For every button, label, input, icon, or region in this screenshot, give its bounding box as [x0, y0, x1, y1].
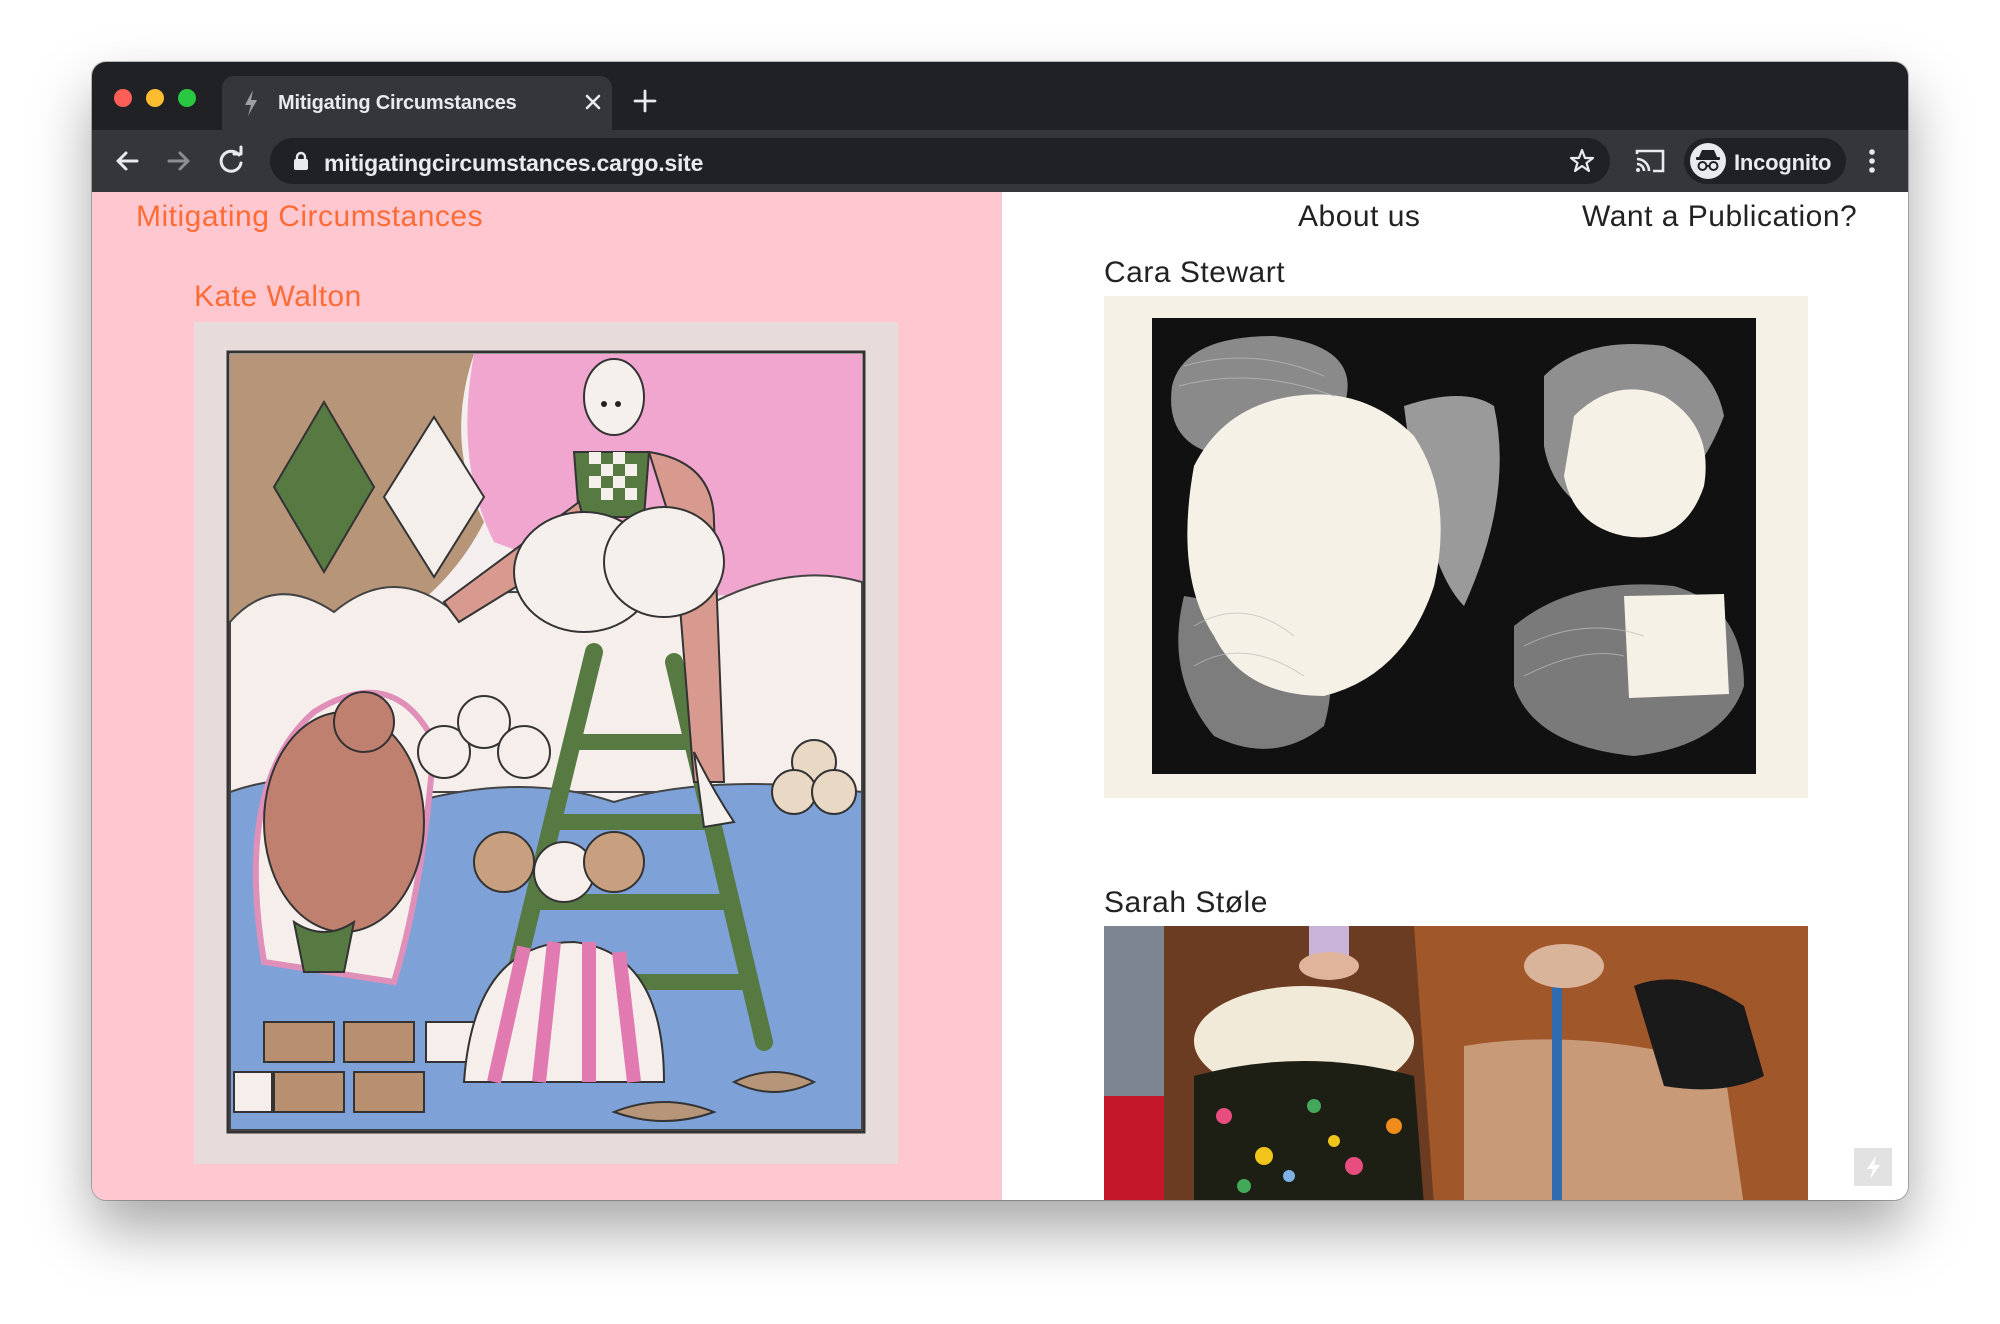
address-bar[interactable]: mitigatingcircumstances.cargo.site — [270, 138, 1610, 184]
tab-strip: Mitigating Circumstances — [92, 62, 1908, 130]
artist-name-cara-stewart[interactable]: Cara Stewart — [1104, 256, 1285, 290]
star-icon[interactable] — [1568, 147, 1596, 175]
kebab-menu-icon[interactable] — [1866, 146, 1878, 176]
cast-icon[interactable] — [1634, 146, 1666, 176]
cargo-badge[interactable] — [1854, 1148, 1892, 1186]
nav-publication-link[interactable]: Want a Publication? — [1582, 200, 1857, 234]
plus-icon[interactable] — [632, 88, 658, 114]
artwork-sarah-stole-photo[interactable] — [1104, 926, 1808, 1200]
site-title-link[interactable]: Mitigating Circumstances — [136, 200, 483, 234]
minimize-window-button[interactable] — [146, 89, 164, 107]
url-text: mitigatingcircumstances.cargo.site — [324, 150, 704, 176]
artist-name-kate-walton[interactable]: Kate Walton — [194, 280, 362, 314]
incognito-icon — [1690, 143, 1726, 179]
lock-icon — [294, 151, 308, 170]
artwork-cara-stewart-collage[interactable] — [1104, 296, 1808, 798]
back-arrow-icon[interactable] — [110, 144, 144, 178]
forward-arrow-icon[interactable] — [162, 144, 196, 178]
reload-icon[interactable] — [214, 144, 248, 178]
web-page: Mitigating Circumstances About us Want a… — [92, 192, 1908, 1200]
zoom-window-button[interactable] — [178, 89, 196, 107]
bolt-icon — [245, 90, 257, 116]
active-tab[interactable]: Mitigating Circumstances — [222, 76, 612, 130]
nav-about-link[interactable]: About us — [1298, 200, 1420, 234]
close-window-button[interactable] — [114, 89, 132, 107]
cargo-bolt-icon — [1867, 1156, 1880, 1179]
artist-name-sarah-stole[interactable]: Sarah Støle — [1104, 886, 1268, 920]
artwork-kate-walton-illustration[interactable] — [194, 322, 898, 1164]
window-controls — [114, 89, 196, 107]
browser-window: Mitigating Circumstances mitigatingcircu… — [92, 62, 1908, 1200]
browser-toolbar: mitigatingcircumstances.cargo.site Incog… — [92, 130, 1908, 192]
tab-title: Mitigating Circumstances — [278, 92, 517, 114]
close-icon[interactable] — [580, 89, 606, 115]
incognito-label: Incognito — [1734, 150, 1832, 175]
incognito-profile-button[interactable]: Incognito — [1684, 138, 1846, 184]
